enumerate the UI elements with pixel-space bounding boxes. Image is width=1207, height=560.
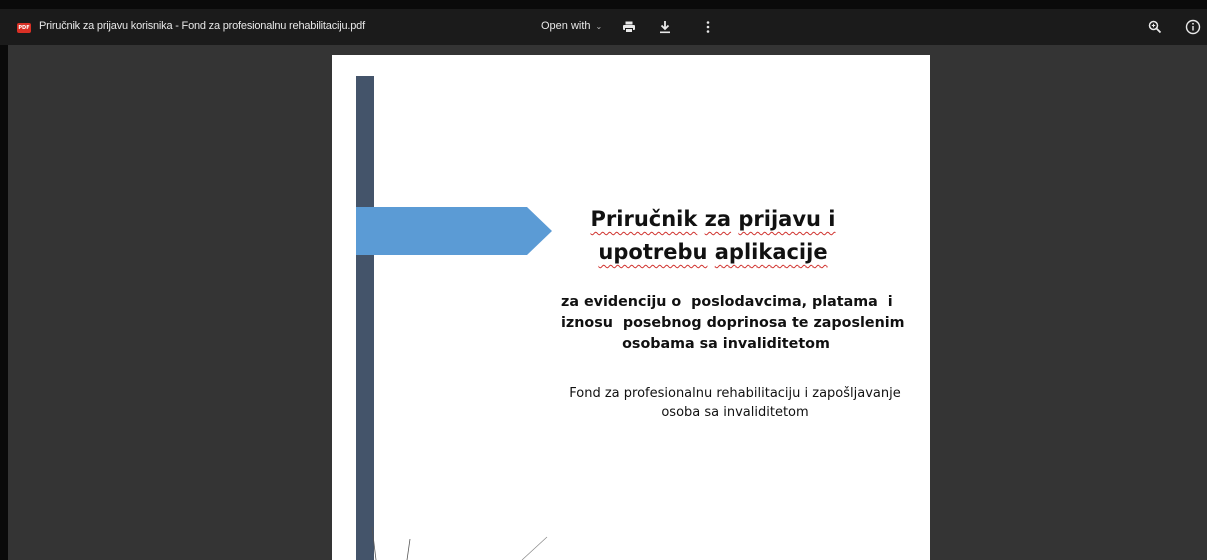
pdf-file-icon: PDF (17, 23, 31, 33)
subheading-line-2: iznosu posebnog doprinosa te zaposlenim (561, 315, 905, 331)
subheading-line-3: osobama sa invaliditetom (622, 336, 830, 352)
document-heading: Priručnik za prijavu i upotrebu aplikaci… (552, 203, 874, 269)
heading-line-1: Priručnik za prijavu i (590, 207, 836, 231)
print-icon[interactable] (620, 18, 638, 36)
viewer-toolbar: PDF Priručnik za prijavu korisnika - Fon… (0, 9, 1207, 45)
download-icon[interactable] (656, 18, 674, 36)
open-with-button[interactable]: Open with ⌄ (541, 20, 602, 32)
document-subheading: za evidenciju o poslodavcima, platama i … (561, 292, 905, 355)
cover-side-bar (356, 76, 374, 560)
organization-name: Fond za profesionalnu rehabilitaciju i z… (558, 384, 912, 422)
organization-line-2: osoba sa invaliditetom (661, 405, 809, 420)
organization-line-1: Fond za profesionalnu rehabilitaciju i z… (569, 386, 901, 401)
decorative-lines (371, 526, 548, 560)
chevron-down-icon: ⌄ (595, 22, 603, 31)
open-with-label: Open with (541, 20, 591, 32)
document-title: Priručnik za prijavu korisnika - Fond za… (39, 20, 365, 32)
zoom-in-icon[interactable] (1146, 18, 1164, 36)
cover-arrow-shape (356, 207, 552, 255)
heading-line-2: upotrebu aplikacije (598, 240, 828, 264)
more-vert-icon[interactable] (699, 18, 717, 36)
info-icon[interactable] (1184, 18, 1202, 36)
subheading-line-1: za evidenciju o poslodavcima, platama i (561, 294, 893, 310)
pdf-page[interactable]: Priručnik za prijavu i upotrebu aplikaci… (332, 55, 930, 560)
